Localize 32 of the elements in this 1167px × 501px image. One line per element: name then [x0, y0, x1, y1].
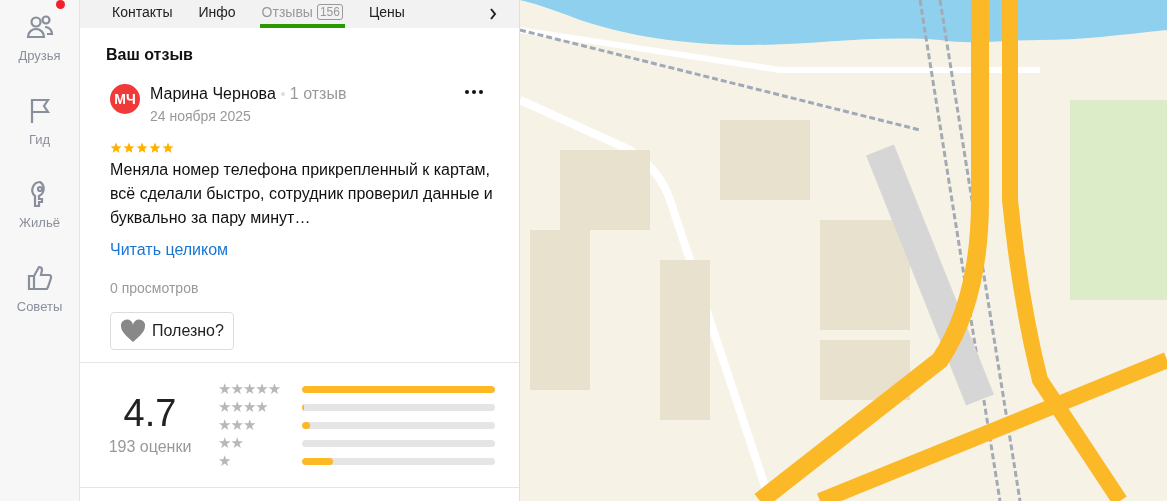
author-name[interactable]: Марина Чернова — [150, 82, 276, 106]
more-button[interactable] — [463, 88, 485, 96]
star-glyphs: ★★★ — [218, 416, 256, 434]
star-icon — [110, 142, 122, 154]
star-glyphs: ★★★★★ — [218, 380, 281, 398]
views-count: 0 просмотров — [110, 279, 200, 298]
rating-count: 193 оценки — [108, 437, 192, 457]
star-icon — [123, 142, 135, 154]
helpful-button[interactable]: Полезно? — [110, 312, 234, 350]
heart-icon — [120, 319, 146, 343]
review-text: Меняла номер телефона прикрепленный к картам, всё сделали быстро, сотрудник проверил данные и буквально за пару минут… — [110, 160, 494, 228]
chevron-right-icon[interactable] — [489, 8, 497, 20]
tab[interactable]: Отзывы 156 — [259, 0, 345, 28]
sidebar-item[interactable]: Советы — [4, 262, 75, 316]
tab[interactable]: Контакты — [110, 0, 175, 28]
star-icon — [136, 142, 148, 154]
star-glyphs: ★ — [218, 452, 231, 470]
sidebar-item[interactable]: Гид — [4, 95, 75, 149]
star-glyphs: ★★★★ — [218, 398, 268, 416]
tab[interactable]: Цены — [366, 0, 407, 28]
review-count: 1 отзыв — [289, 84, 347, 104]
section-heading: Ваш отзыв — [106, 45, 194, 65]
star-icon — [162, 142, 174, 154]
sidebar-item[interactable]: Друзья — [4, 12, 75, 66]
tab[interactable]: Инфо — [196, 0, 238, 28]
rating-value: 4.7 — [123, 391, 177, 435]
sidebar-item[interactable]: Жильё — [4, 179, 75, 233]
avatar: МЧ — [110, 84, 140, 114]
read-more-link[interactable]: Читать целиком — [110, 238, 229, 262]
star-glyphs: ★★ — [218, 434, 243, 452]
star-icon — [149, 142, 161, 154]
review-date: 24 ноября 2025 — [150, 107, 252, 126]
